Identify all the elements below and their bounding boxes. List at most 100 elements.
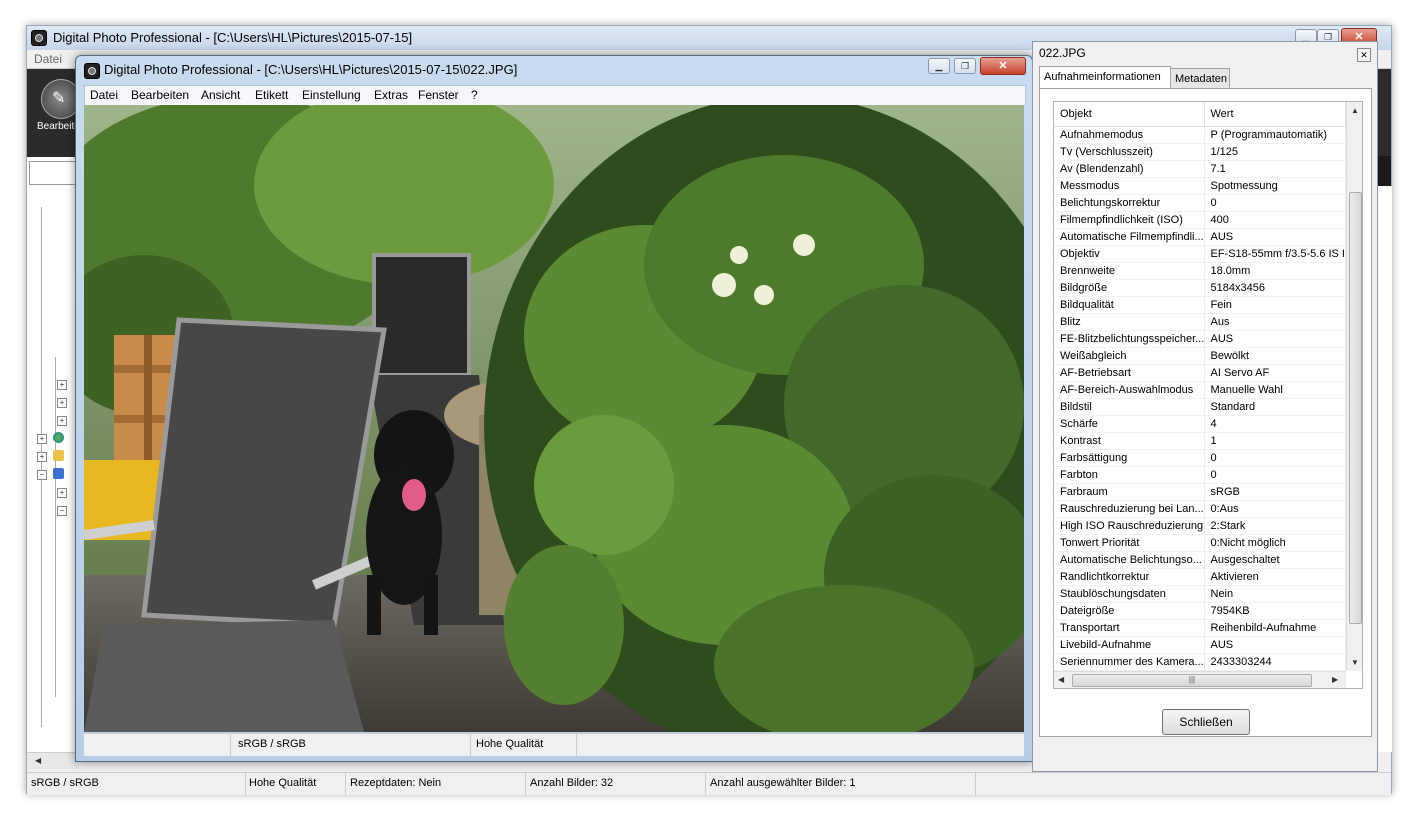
table-row[interactable]: Farbraum sRGB — [1054, 483, 1346, 501]
menu-datei[interactable]: Datei — [90, 88, 118, 102]
schliessen-button[interactable]: Schließen — [1162, 709, 1250, 735]
cell-wert: P (Programmautomatik) — [1204, 126, 1346, 144]
menu-extras[interactable]: Extras — [374, 88, 408, 102]
cell-objekt: Tv (Verschlusszeit) — [1054, 143, 1205, 161]
cell-objekt: Filmempfindlichkeit (ISO) — [1054, 211, 1205, 229]
status-recipe: Rezeptdaten: Nein — [350, 777, 442, 789]
table-row[interactable]: Farbton 0 — [1054, 466, 1346, 484]
cell-objekt: Weißabgleich — [1054, 347, 1205, 365]
menu-einstellung[interactable]: Einstellung — [302, 88, 361, 102]
table-row[interactable]: Schärfe 4 — [1054, 415, 1346, 433]
table-row[interactable]: Messmodus Spotmessung — [1054, 177, 1346, 195]
table-row[interactable]: Transportart Reihenbild-Aufnahme — [1054, 619, 1346, 637]
cell-objekt: Objektiv — [1054, 245, 1205, 263]
scroll-down-icon[interactable]: ▼ — [1351, 658, 1359, 667]
tree-expander-minus[interactable]: − — [37, 470, 47, 480]
table-row[interactable]: Tv (Verschlusszeit) 1/125 — [1054, 143, 1346, 161]
table-row[interactable]: FE-Blitzbelichtungsspeicher... AUS — [1054, 330, 1346, 348]
table-row[interactable]: Rauschreduzierung bei Lan... 0:Aus — [1054, 500, 1346, 518]
viewer-menubar: Datei Bearbeiten Ansicht Etikett Einstel… — [84, 85, 1026, 106]
menu-help[interactable]: ? — [471, 88, 478, 102]
table-row[interactable]: Farbsättigung 0 — [1054, 449, 1346, 467]
tab-metadaten[interactable]: Metadaten — [1170, 68, 1230, 88]
scroll-up-icon[interactable]: ▲ — [1351, 106, 1359, 115]
photo-preview[interactable] — [84, 105, 1024, 732]
info-dialog-close-icon[interactable]: ✕ — [1357, 48, 1371, 62]
cell-objekt: Rauschreduzierung bei Lan... — [1054, 500, 1205, 518]
tree-expander-plus[interactable]: + — [57, 398, 67, 408]
cell-objekt: Tonwert Priorität — [1054, 534, 1205, 552]
cell-objekt: Automatische Belichtungso... — [1054, 551, 1205, 569]
cell-objekt: Staublöschungsdaten — [1054, 585, 1205, 603]
column-header-objekt[interactable]: Objekt — [1054, 102, 1205, 127]
tree-expander-plus[interactable]: + — [37, 434, 47, 444]
menu-ansicht[interactable]: Ansicht — [201, 88, 240, 102]
table-row[interactable]: Objektiv EF-S18-55mm f/3.5-5.6 IS II — [1054, 245, 1346, 263]
cell-objekt: Automatische Filmempfindli... — [1054, 228, 1205, 246]
status-image-count: Anzahl Bilder: 32 — [530, 777, 614, 789]
scroll-left-icon[interactable]: ◀ — [1058, 675, 1064, 684]
tree-expander-plus[interactable]: + — [37, 452, 47, 462]
tab-aufnahmeinformationen[interactable]: Aufnahmeinformationen — [1039, 66, 1171, 89]
table-row[interactable]: AF-Bereich-Auswahlmodus Manuelle Wahl — [1054, 381, 1346, 399]
info-horizontal-scrollbar[interactable]: ◀ ||| ▶ — [1054, 671, 1346, 688]
status-separator — [975, 773, 976, 795]
user-folder-icon — [53, 450, 64, 461]
cell-objekt: Farbton — [1054, 466, 1205, 484]
tree-expander-minus[interactable]: − — [57, 506, 67, 516]
tree-expander-plus[interactable]: + — [57, 488, 67, 498]
cell-objekt: Belichtungskorrektur — [1054, 194, 1205, 212]
table-row[interactable]: Av (Blendenzahl) 7.1 — [1054, 160, 1346, 178]
cell-objekt: AF-Bereich-Auswahlmodus — [1054, 381, 1205, 399]
scroll-left-icon[interactable]: ◀ — [35, 756, 41, 765]
cell-objekt: Bildgröße — [1054, 279, 1205, 297]
table-row[interactable]: Belichtungskorrektur 0 — [1054, 194, 1346, 212]
table-row[interactable]: Livebild-Aufnahme AUS — [1054, 636, 1346, 654]
table-row[interactable]: Dateigröße 7954KB — [1054, 602, 1346, 620]
cell-wert: sRGB — [1204, 483, 1346, 501]
table-row[interactable]: Automatische Belichtungso... Ausgeschalte… — [1054, 551, 1346, 569]
viewer-close-button[interactable]: ✕ — [980, 57, 1026, 75]
table-row[interactable]: Blitz Aus — [1054, 313, 1346, 331]
status-separator — [705, 773, 706, 795]
cell-wert: Ausgeschaltet — [1204, 551, 1346, 569]
menu-etikett[interactable]: Etikett — [255, 88, 288, 102]
table-row[interactable]: Filmempfindlichkeit (ISO) 400 — [1054, 211, 1346, 229]
table-row[interactable]: Staublöschungsdaten Nein — [1054, 585, 1346, 603]
table-row[interactable]: Kontrast 1 — [1054, 432, 1346, 450]
table-row[interactable]: Weißabgleich Bewölkt — [1054, 347, 1346, 365]
table-row[interactable]: Bildqualität Fein — [1054, 296, 1346, 314]
menu-fenster[interactable]: Fenster — [418, 88, 459, 102]
table-row[interactable]: Bildgröße 5184x3456 — [1054, 279, 1346, 297]
table-row[interactable]: Tonwert Priorität 0:Nicht möglich — [1054, 534, 1346, 552]
tree-expander-plus[interactable]: + — [57, 416, 67, 426]
table-row[interactable]: High ISO Rauschreduzierung 2:Stark — [1054, 517, 1346, 535]
table-row[interactable]: Automatische Filmempfindli... AUS — [1054, 228, 1346, 246]
viewer-window-title[interactable]: Digital Photo Professional - [C:\Users\H… — [104, 62, 517, 77]
column-header-wert[interactable]: Wert — [1204, 102, 1346, 127]
table-row[interactable]: Seriennummer des Kamera... 2433303244 — [1054, 653, 1346, 671]
info-vertical-scrollbar[interactable]: ▲ ▼ — [1346, 102, 1362, 671]
tree-expander-plus[interactable]: + — [57, 380, 67, 390]
info-table-container: Objekt Wert Aufnahmemodus P (Programmauto… — [1053, 101, 1363, 689]
viewer-status-color-space: sRGB / sRGB — [238, 738, 306, 750]
cell-wert: 400 — [1204, 211, 1346, 229]
status-separator — [245, 773, 246, 795]
main-filter-input[interactable] — [29, 161, 81, 185]
info-dialog-title[interactable]: 022.JPG — [1039, 46, 1086, 60]
table-row[interactable]: Brennweite 18.0mm — [1054, 262, 1346, 280]
table-row[interactable]: Aufnahmemodus P (Programmautomatik) — [1054, 126, 1346, 144]
table-row[interactable]: AF-Betriebsart AI Servo AF — [1054, 364, 1346, 382]
viewer-minimize-button[interactable]: ▁ — [928, 58, 950, 74]
table-row[interactable]: Randlichtkorrektur Aktivieren — [1054, 568, 1346, 586]
menu-bearbeiten[interactable]: Bearbeiten — [131, 88, 189, 102]
status-quality: Hohe Qualität — [249, 777, 317, 789]
table-row[interactable]: Bildstil Standard — [1054, 398, 1346, 416]
main-menu-datei[interactable]: Datei — [34, 52, 62, 66]
tree-horizontal-scrollbar[interactable]: ◀ — [27, 752, 79, 769]
info-vertical-scroll-thumb[interactable] — [1349, 192, 1362, 624]
viewer-restore-button[interactable]: ❐ — [954, 58, 976, 74]
info-horizontal-scroll-thumb[interactable]: ||| — [1072, 674, 1312, 687]
cell-objekt: Bildqualität — [1054, 296, 1205, 314]
scroll-right-icon[interactable]: ▶ — [1332, 675, 1338, 684]
